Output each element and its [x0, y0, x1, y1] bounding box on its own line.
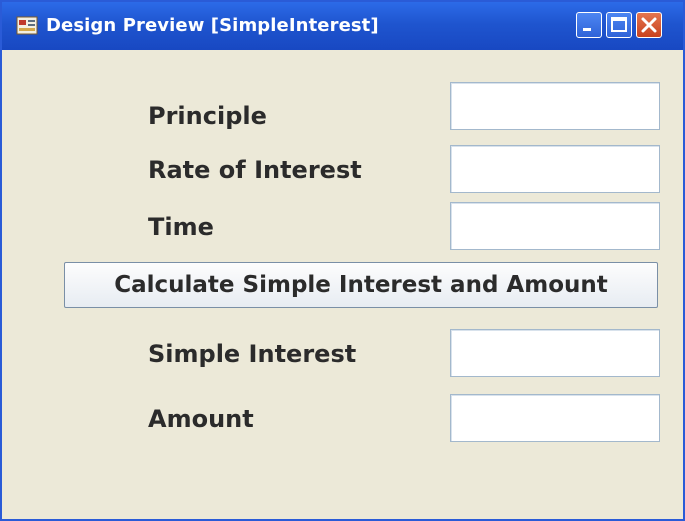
amount-output[interactable]: [450, 394, 660, 442]
window-title: Design Preview [SimpleInterest]: [46, 15, 379, 36]
maximize-icon: [611, 17, 627, 32]
title-bar[interactable]: Design Preview [SimpleInterest]: [2, 2, 683, 50]
time-label: Time: [148, 213, 214, 241]
app-design-icon: [16, 14, 38, 36]
close-icon: [641, 17, 657, 33]
calculate-button[interactable]: Calculate Simple Interest and Amount: [64, 262, 658, 308]
simple-interest-output[interactable]: [450, 329, 660, 377]
principle-label: Principle: [148, 102, 267, 130]
close-button[interactable]: [636, 12, 662, 38]
maximize-button[interactable]: [606, 12, 632, 38]
principle-input[interactable]: [450, 82, 660, 130]
amount-label: Amount: [148, 405, 254, 433]
rate-of-interest-label: Rate of Interest: [148, 156, 362, 184]
rate-of-interest-input[interactable]: [450, 145, 660, 193]
simple-interest-label: Simple Interest: [148, 340, 357, 368]
time-input[interactable]: [450, 202, 660, 250]
design-preview-window: Design Preview [SimpleInterest] Principl…: [0, 0, 685, 521]
minimize-button[interactable]: [576, 12, 602, 38]
minimize-icon: [583, 28, 591, 31]
